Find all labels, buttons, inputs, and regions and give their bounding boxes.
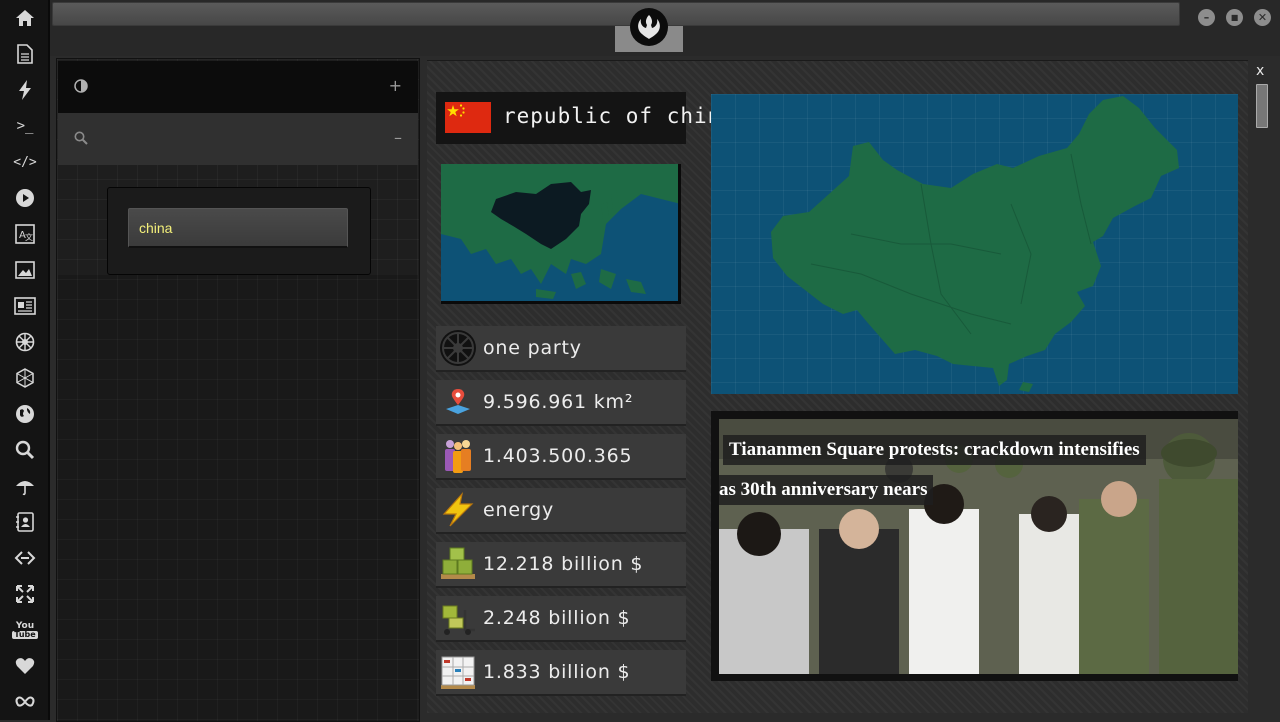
gdp-stat: 1.833 billion $	[436, 650, 686, 696]
youtube-icon-tube: Tube	[12, 629, 38, 639]
news-headline-line2: as 30th anniversary nears	[719, 475, 934, 505]
news-photo[interactable]: Tiananmen Square protests: crackdown int…	[719, 419, 1238, 674]
results-area	[58, 275, 418, 721]
parcel-boxes-icon	[439, 653, 477, 691]
expand-icon[interactable]	[12, 581, 38, 607]
rebel-alliance-logo	[630, 8, 668, 46]
country-title-box: republic of china	[436, 92, 734, 144]
search-row[interactable]: –	[58, 113, 418, 165]
link-icon[interactable]	[12, 545, 38, 571]
umbrella-icon[interactable]	[12, 473, 38, 499]
energy-label: energy	[483, 499, 555, 521]
galactic-empire-icon[interactable]	[12, 329, 38, 355]
scrollbar-thumb[interactable]	[1256, 84, 1268, 128]
government-type: one party	[483, 337, 582, 359]
lightning-icon[interactable]	[12, 77, 38, 103]
collapse-search-button[interactable]: –	[394, 130, 402, 146]
translate-icon[interactable]: A文	[12, 221, 38, 247]
expand-theme-button[interactable]: +	[389, 78, 402, 94]
search-icon	[74, 131, 88, 148]
search-card	[107, 187, 371, 275]
import-crates-icon	[439, 545, 477, 583]
address-bar[interactable]	[52, 2, 1180, 26]
population-value: 1.403.500.365	[483, 445, 633, 467]
minimize-button[interactable]: –	[1198, 9, 1215, 26]
china-flag	[445, 102, 491, 133]
country-name: republic of china	[503, 104, 735, 128]
gdp-value: 1.833 billion $	[483, 661, 631, 683]
globe-icon[interactable]	[12, 401, 38, 427]
country-search-input[interactable]	[128, 208, 348, 248]
export-stat: 2.248 billion $	[436, 596, 686, 642]
export-value: 2.248 billion $	[483, 607, 631, 629]
close-window-button[interactable]: ✕	[1254, 9, 1271, 26]
population-icon	[439, 437, 477, 475]
image-icon[interactable]	[12, 257, 38, 283]
forklift-crates-icon	[439, 599, 477, 637]
search-icon[interactable]	[12, 437, 38, 463]
import-stat: 12.218 billion $	[436, 542, 686, 588]
news-headline-line1: Tiananmen Square protests: crackdown int…	[723, 435, 1146, 465]
country-map[interactable]	[711, 94, 1238, 394]
region-minimap[interactable]	[441, 164, 681, 304]
government-stat: one party	[436, 326, 686, 372]
area-value: 9.596.961 km²	[483, 391, 634, 413]
contacts-icon[interactable]	[12, 509, 38, 535]
infinity-icon[interactable]	[12, 689, 38, 715]
terminal-icon[interactable]: >_	[12, 113, 38, 139]
heart-icon[interactable]	[12, 653, 38, 679]
code-icon[interactable]: </>	[12, 149, 38, 175]
close-panel-button[interactable]: x	[1256, 64, 1264, 78]
theme-row[interactable]: +	[58, 61, 418, 113]
population-stat: 1.403.500.365	[436, 434, 686, 480]
map-pin-icon	[439, 383, 477, 421]
galactic-empire-icon	[439, 329, 477, 367]
play-icon[interactable]	[12, 185, 38, 211]
sidebar: >_ </> A文 You Tube	[0, 0, 50, 720]
newspaper-icon[interactable]	[12, 293, 38, 319]
energy-icon	[439, 491, 477, 529]
home-icon[interactable]	[12, 5, 38, 31]
document-icon[interactable]	[12, 41, 38, 67]
energy-stat: energy	[436, 488, 686, 534]
import-value: 12.218 billion $	[483, 553, 644, 575]
search-panel: + –	[56, 58, 420, 722]
maximize-button[interactable]: ■	[1226, 9, 1243, 26]
news-card[interactable]: Tiananmen Square protests: crackdown int…	[711, 411, 1238, 681]
svg-text:文: 文	[25, 232, 33, 242]
youtube-icon[interactable]: You Tube	[12, 617, 38, 643]
contrast-icon[interactable]	[74, 79, 88, 96]
hexagon-icon[interactable]	[12, 365, 38, 391]
area-stat: 9.596.961 km²	[436, 380, 686, 426]
